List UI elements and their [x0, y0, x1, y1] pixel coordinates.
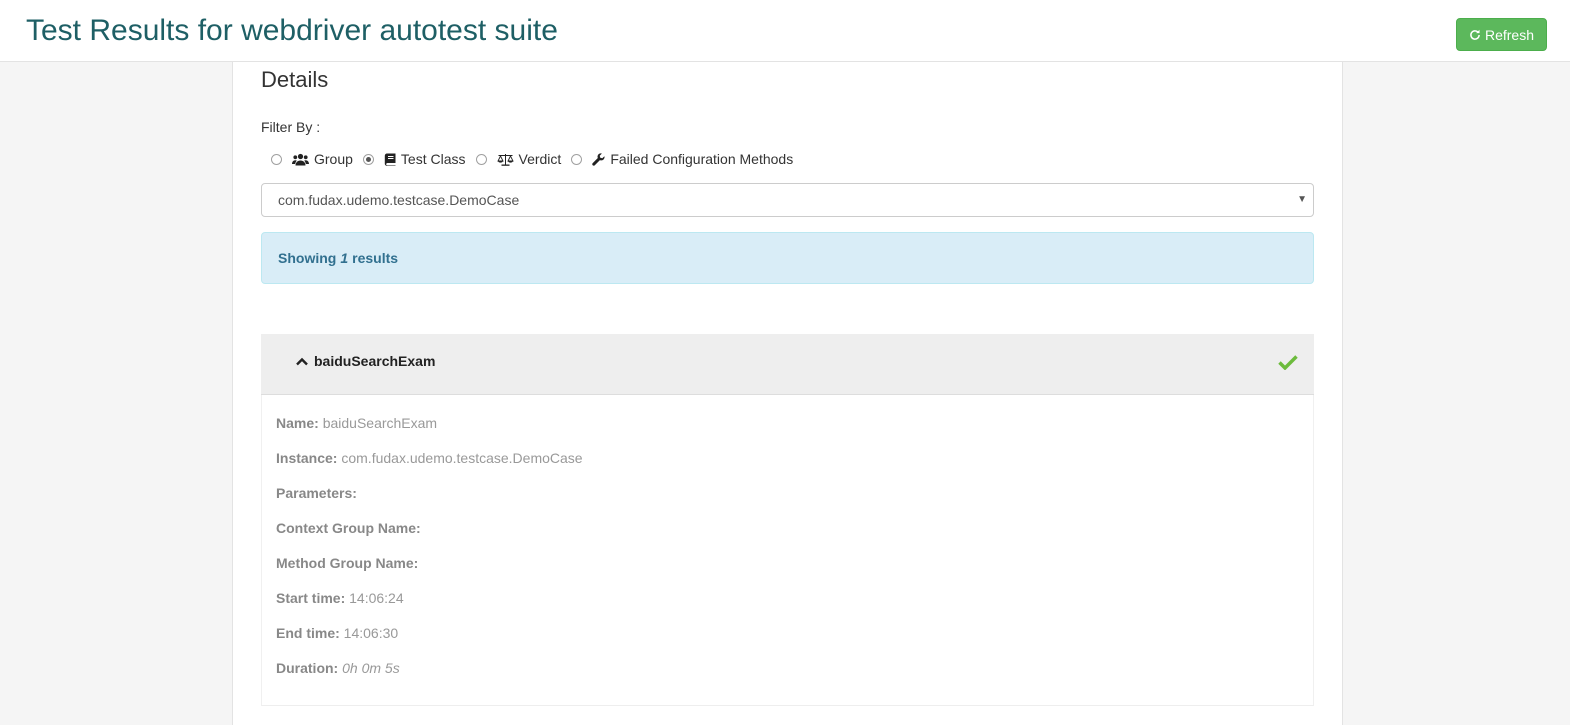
check-icon — [1278, 355, 1298, 370]
radio-group[interactable] — [271, 153, 282, 165]
filter-option-failed-config[interactable]: Failed Configuration Methods — [571, 151, 793, 167]
refresh-label: Refresh — [1484, 26, 1535, 43]
filter-option-label: Group — [314, 151, 353, 167]
result-header[interactable]: baiduSearchExam — [261, 334, 1314, 395]
filter-option-label: Verdict — [518, 151, 562, 167]
chevron-up-icon[interactable] — [296, 357, 308, 366]
name-value: baiduSearchExam — [322, 415, 438, 431]
end-time-field: End time: 14:06:30 — [276, 625, 399, 641]
showing-suffix: results — [352, 250, 399, 266]
radio-failed-config[interactable] — [571, 153, 583, 165]
filter-option-verdict[interactable]: Verdict — [475, 151, 562, 167]
test-class-select[interactable]: com.fudax.udemo.testcase.DemoCase ▼ — [261, 183, 1314, 217]
results-count-alert: Showing 1 results — [261, 232, 1314, 284]
radio-verdict[interactable] — [475, 153, 487, 165]
result-title[interactable]: baiduSearchExam — [296, 353, 435, 369]
duration-field: Duration: 0h 0m 5s — [276, 660, 400, 676]
details-container: Details Filter By : Group Test Class Ver… — [232, 62, 1343, 725]
refresh-button[interactable]: Refresh — [1456, 18, 1547, 51]
wrench-icon — [592, 152, 605, 166]
instance-value: com.fudax.udemo.testcase.DemoCase — [341, 450, 583, 466]
filter-label: Filter By : — [261, 119, 321, 135]
select-value: com.fudax.udemo.testcase.DemoCase — [278, 192, 520, 208]
filter-option-group[interactable]: Group — [271, 151, 353, 167]
method-name: baiduSearchExam — [314, 353, 436, 369]
page-title: Test Results for webdriver autotest suit… — [26, 14, 558, 47]
radio-test-class[interactable] — [362, 153, 374, 165]
result-panel: baiduSearchExam Name: baiduSearchExam In… — [261, 334, 1314, 706]
showing-prefix: Showing — [278, 250, 337, 266]
balance-scale-icon — [496, 153, 514, 166]
results-count: 1 — [340, 250, 349, 266]
context-group-field: Context Group Name: — [276, 520, 421, 536]
book-icon — [384, 153, 396, 166]
duration-value: 0h 0m 5s — [342, 660, 400, 676]
refresh-icon — [1470, 29, 1480, 40]
parameters-field: Parameters: — [276, 485, 357, 501]
filter-options: Group Test Class Verdict Failed Configur… — [271, 149, 803, 169]
name-field: Name: baiduSearchExam — [276, 415, 438, 431]
end-time-value: 14:06:30 — [343, 625, 399, 641]
start-time-value: 14:06:24 — [349, 590, 404, 606]
dropdown-arrow-icon: ▼ — [1297, 194, 1307, 205]
filter-option-label: Failed Configuration Methods — [610, 151, 794, 167]
start-time-field: Start time: 14:06:24 — [276, 590, 404, 606]
method-group-field: Method Group Name: — [276, 555, 419, 571]
filter-option-test-class[interactable]: Test Class — [362, 151, 466, 167]
instance-field: Instance: com.fudax.udemo.testcase.DemoC… — [276, 450, 583, 466]
top-bar: Test Results for webdriver autotest suit… — [0, 0, 1570, 62]
filter-option-label: Test Class — [400, 151, 466, 167]
users-icon — [292, 153, 309, 165]
details-title: Details — [261, 67, 329, 92]
result-details: Name: baiduSearchExam Instance: com.fuda… — [261, 395, 1314, 706]
